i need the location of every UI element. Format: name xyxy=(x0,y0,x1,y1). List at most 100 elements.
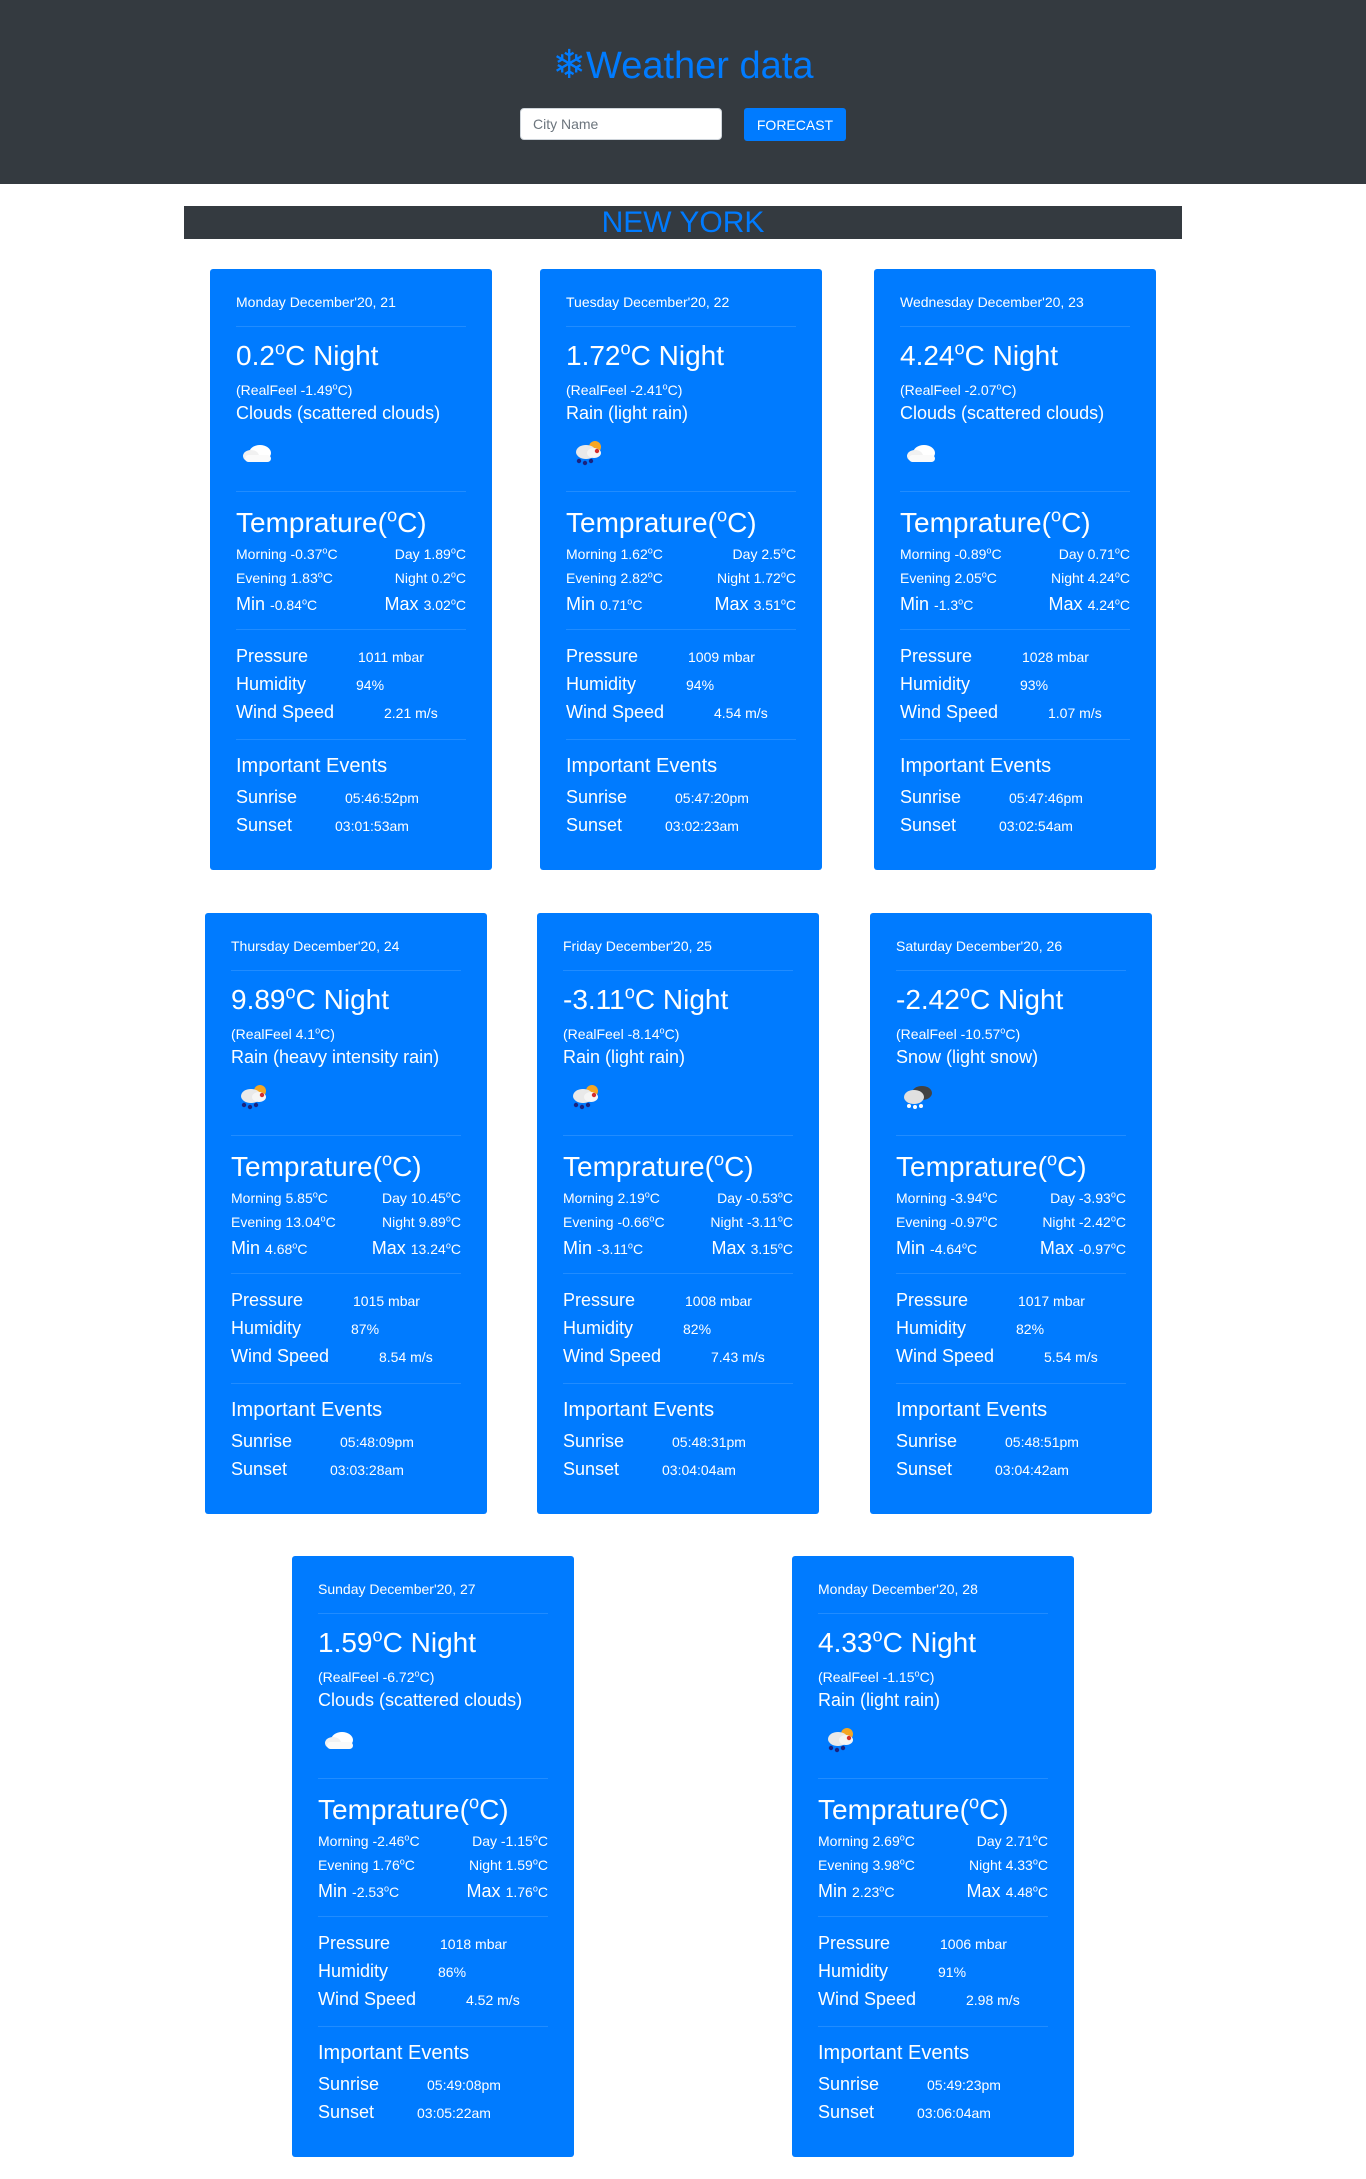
night-temperature: 4.33oC Night xyxy=(818,1625,976,1658)
divider xyxy=(566,326,796,327)
realfeel-value: (RealFeel -1.15oC) xyxy=(818,1668,935,1685)
evening-temperature: Evening 13.04oC xyxy=(231,1213,336,1230)
day-temperature: Day -0.53oC xyxy=(717,1189,793,1206)
temperature-title: Temprature(oC) xyxy=(896,1149,1087,1182)
wind-speed-value: 4.54 m/s xyxy=(714,705,768,721)
forecast-card: Monday December'20, 21 0.2oC Night (Real… xyxy=(210,269,492,870)
morning-temperature: Morning 5.85oC xyxy=(231,1189,328,1206)
sunrise-value: 05:49:23pm xyxy=(927,2077,1001,2093)
night-temp-detail: Night -3.11oC xyxy=(710,1213,793,1230)
realfeel-value: (RealFeel -2.41oC) xyxy=(566,381,683,398)
wind-speed-value: 2.21 m/s xyxy=(384,705,438,721)
min-temperature: Min -3.11oC xyxy=(563,1238,644,1258)
evening-temperature: Evening 1.83oC xyxy=(236,569,333,586)
app-title: ❄Weather data xyxy=(0,40,1366,91)
morning-temperature: Morning 2.19oC xyxy=(563,1189,660,1206)
important-events-title: Important Events xyxy=(900,755,1052,777)
humidity-label: Humidity xyxy=(566,674,637,694)
humidity-label: Humidity xyxy=(236,674,307,694)
weather-condition: Clouds (scattered clouds) xyxy=(900,403,1105,423)
temperature-title: Temprature(oC) xyxy=(566,505,757,538)
humidity-value: 94% xyxy=(686,677,715,693)
city-name-input[interactable] xyxy=(520,108,722,140)
forecast-button[interactable]: FORECAST xyxy=(744,108,846,141)
important-events-title: Important Events xyxy=(236,755,388,777)
sunrise-value: 05:49:08pm xyxy=(427,2077,501,2093)
snowflake-icon: ❄ xyxy=(552,43,587,87)
rain-icon xyxy=(822,1724,858,1754)
weather-condition: Snow (light snow) xyxy=(896,1047,1039,1067)
min-temperature: Min 2.23oC xyxy=(818,1881,895,1901)
pressure-label: Pressure xyxy=(318,1933,391,1953)
max-temperature: Max -0.97oC xyxy=(1039,1238,1126,1258)
sunset-value: 03:02:23am xyxy=(665,818,739,834)
min-temperature: Min -0.84oC xyxy=(236,594,318,614)
sunset-value: 03:04:04am xyxy=(662,1462,736,1478)
sunrise-label: Sunrise xyxy=(818,2074,880,2094)
humidity-value: 82% xyxy=(683,1321,712,1337)
pressure-label: Pressure xyxy=(236,646,309,666)
divider xyxy=(900,326,1130,327)
divider xyxy=(318,1916,548,1917)
important-events-title: Important Events xyxy=(818,2042,970,2064)
sunrise-value: 05:47:20pm xyxy=(675,790,749,806)
page-header: ❄Weather data FORECAST xyxy=(0,0,1366,184)
sunset-value: 03:06:04am xyxy=(917,2105,991,2121)
sunrise-value: 05:46:52pm xyxy=(345,790,419,806)
forecast-card: Saturday December'20, 26 -2.42oC Night (… xyxy=(870,913,1152,1514)
day-temperature: Day -3.93oC xyxy=(1050,1189,1126,1206)
divider xyxy=(900,739,1130,740)
humidity-value: 86% xyxy=(438,1964,467,1980)
max-temperature: Max 3.02oC xyxy=(384,594,466,614)
rain-icon xyxy=(235,1081,271,1111)
wind-speed-value: 5.54 m/s xyxy=(1044,1349,1098,1365)
morning-temperature: Morning -0.37oC xyxy=(236,545,338,562)
realfeel-value: (RealFeel -8.14oC) xyxy=(563,1025,680,1042)
divider xyxy=(900,629,1130,630)
divider xyxy=(231,1273,461,1274)
max-temperature: Max 3.15oC xyxy=(711,1238,793,1258)
snow-cloud-icon xyxy=(900,1081,936,1111)
humidity-label: Humidity xyxy=(818,1961,889,1981)
realfeel-value: (RealFeel -2.07oC) xyxy=(900,381,1017,398)
wind-speed-label: Wind Speed xyxy=(318,1989,417,2009)
max-temperature: Max 1.76oC xyxy=(466,1881,548,1901)
important-events-title: Important Events xyxy=(566,755,718,777)
wind-speed-label: Wind Speed xyxy=(896,1346,995,1366)
wind-speed-value: 7.43 m/s xyxy=(711,1349,765,1365)
humidity-label: Humidity xyxy=(900,674,971,694)
morning-temperature: Morning -2.46oC xyxy=(318,1832,420,1849)
morning-temperature: Morning 1.62oC xyxy=(566,545,663,562)
sunset-value: 03:04:42am xyxy=(995,1462,1069,1478)
realfeel-value: (RealFeel -1.49oC) xyxy=(236,381,353,398)
evening-temperature: Evening 3.98oC xyxy=(818,1856,915,1873)
sunset-value: 03:01:53am xyxy=(335,818,409,834)
forecast-date: Monday December'20, 28 xyxy=(818,1581,978,1597)
temperature-title: Temprature(oC) xyxy=(236,505,427,538)
pressure-value: 1009 mbar xyxy=(688,649,755,665)
important-events-title: Important Events xyxy=(231,1399,383,1421)
min-temperature: Min 4.68oC xyxy=(231,1238,308,1258)
night-temp-detail: Night 4.24oC xyxy=(1050,569,1130,586)
wind-speed-value: 8.54 m/s xyxy=(379,1349,433,1365)
weather-condition: Clouds (scattered clouds) xyxy=(236,403,441,423)
morning-temperature: Morning 2.69oC xyxy=(818,1832,915,1849)
forecast-card: Friday December'20, 25 -3.11oC Night (Re… xyxy=(537,913,819,1514)
realfeel-value: (RealFeel 4.1oC) xyxy=(231,1025,335,1042)
important-events-title: Important Events xyxy=(563,1399,715,1421)
weather-condition: Rain (heavy intensity rain) xyxy=(231,1047,440,1067)
night-temp-detail: Night 9.89oC xyxy=(381,1213,461,1230)
pressure-label: Pressure xyxy=(900,646,973,666)
divider xyxy=(236,629,466,630)
max-temperature: Max 4.24oC xyxy=(1048,594,1130,614)
sunset-label: Sunset xyxy=(563,1459,620,1479)
divider xyxy=(900,491,1130,492)
day-temperature: Day 1.89oC xyxy=(394,545,466,562)
divider xyxy=(236,326,466,327)
sunrise-label: Sunrise xyxy=(900,787,962,807)
temperature-title: Temprature(oC) xyxy=(318,1792,509,1825)
pressure-label: Pressure xyxy=(818,1933,891,1953)
divider xyxy=(818,1613,1048,1614)
pressure-value: 1017 mbar xyxy=(1018,1293,1085,1309)
pressure-label: Pressure xyxy=(896,1290,969,1310)
